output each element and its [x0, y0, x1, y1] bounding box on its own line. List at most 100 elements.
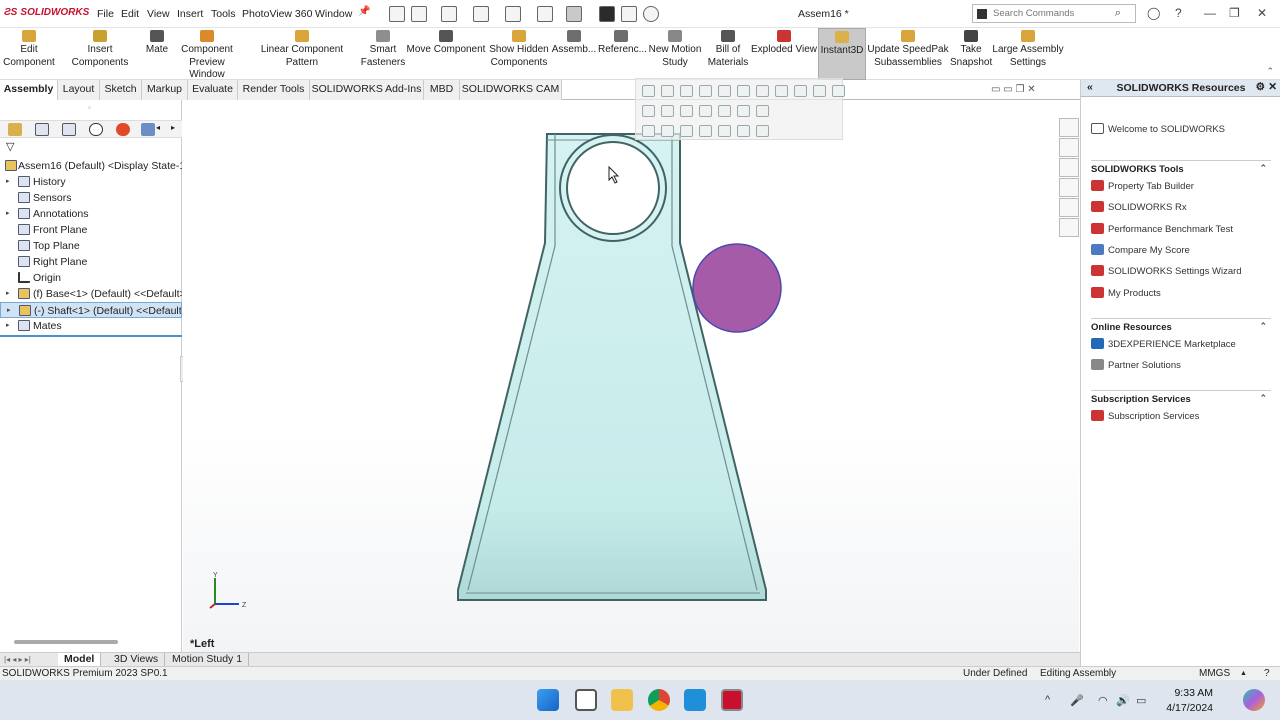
command-instant3d-button[interactable]: Instant3D	[818, 28, 866, 80]
close-panel-icon[interactable]: ✕	[1268, 81, 1277, 93]
pin-icon[interactable]: 📌	[358, 6, 370, 17]
tab-layout[interactable]: Layout	[58, 80, 100, 100]
feature-tree-icon[interactable]	[8, 123, 22, 136]
view-settings-icon[interactable]	[718, 125, 731, 137]
appearances-icon[interactable]	[1059, 198, 1079, 217]
tab-sketch[interactable]: Sketch	[100, 80, 142, 100]
view-settings-icon[interactable]	[832, 85, 845, 97]
tab-motion-study-1[interactable]: Motion Study 1	[166, 653, 250, 667]
collapse-section-icon[interactable]: ⌃	[1259, 321, 1267, 332]
tab-markup[interactable]: Markup	[142, 80, 188, 100]
expand-arrow-icon[interactable]: ▸	[6, 209, 10, 217]
zoom-icon[interactable]	[684, 689, 706, 711]
tab-evaluate[interactable]: Evaluate	[188, 80, 238, 100]
tree-item[interactable]: ▸ (f) Base<1> (Default) <<Default>	[0, 286, 182, 302]
command-show-hidden-button[interactable]: Show Hidden Components	[488, 28, 550, 80]
pin-panel-icon[interactable]: ⚙	[1256, 81, 1265, 93]
expand-arrow-icon[interactable]: ▸	[7, 306, 11, 314]
zoom-fit-icon[interactable]	[756, 125, 769, 137]
pan-icon[interactable]	[737, 125, 750, 137]
edit-appearance-icon[interactable]	[680, 125, 693, 137]
tab-scroll-arrows[interactable]: |◂ ◂ ▸ ▸|	[4, 655, 54, 665]
select-icon[interactable]	[566, 6, 582, 22]
units-selector[interactable]: MMGS	[1199, 667, 1230, 680]
collapse-panel-icon[interactable]: «	[1087, 81, 1093, 93]
edit-appearance-icon[interactable]	[737, 105, 750, 117]
search-icon[interactable]: ⌕	[1115, 7, 1121, 20]
command-insert-components-button[interactable]: Insert Components	[58, 28, 142, 80]
tab-assembly[interactable]: Assembly	[0, 80, 58, 100]
command-mate-button[interactable]: Mate	[142, 28, 172, 80]
minimize-icon[interactable]: —	[1204, 6, 1216, 20]
tab-mbd[interactable]: MBD	[424, 80, 460, 100]
command-speedpak-button[interactable]: Update SpeedPak Subassemblies	[866, 28, 950, 80]
command-bom-button[interactable]: Bill of Materials	[706, 28, 750, 80]
units-chevron-icon[interactable]: ▲	[1240, 667, 1247, 680]
tab-model[interactable]: Model	[58, 653, 102, 667]
resource-link[interactable]: 3DEXPERIENCE Marketplace	[1108, 339, 1236, 350]
tree-item[interactable]: Sensors	[0, 190, 182, 206]
section-header[interactable]: SOLIDWORKS Tools ⌃	[1091, 160, 1271, 175]
resource-link[interactable]: Partner Solutions	[1108, 360, 1181, 371]
system-clock[interactable]: 9:33 AM 4/17/2024	[1163, 686, 1213, 716]
base-part[interactable]	[457, 133, 767, 601]
user-icon[interactable]: ◯	[1147, 6, 1160, 20]
view-orientation-icon[interactable]	[680, 105, 693, 117]
section-header[interactable]: Subscription Services ⌃	[1091, 390, 1271, 405]
tree-item[interactable]: Right Plane	[0, 254, 182, 270]
apply-scene-icon[interactable]	[813, 85, 826, 97]
welcome-link[interactable]: Welcome to SOLIDWORKS	[1108, 124, 1225, 135]
dimxpert-icon[interactable]	[89, 123, 103, 136]
resource-link[interactable]: Compare My Score	[1108, 245, 1190, 256]
task-view-icon[interactable]	[575, 689, 597, 711]
display-style-icon[interactable]	[699, 105, 712, 117]
graphics-area[interactable]: ▭ ▭ ❐ ✕ Y Z *Left	[183, 78, 1079, 652]
copilot-icon[interactable]	[1243, 689, 1265, 711]
menu-file[interactable]: File	[97, 8, 114, 20]
new-document-icon[interactable]	[411, 6, 427, 22]
options-gear-icon[interactable]	[643, 6, 659, 22]
zoom-area-icon[interactable]	[680, 85, 693, 97]
resource-link[interactable]: My Products	[1108, 288, 1161, 299]
section-view-icon[interactable]	[718, 85, 731, 97]
resource-link[interactable]: SOLIDWORKS Rx	[1108, 202, 1187, 213]
tree-item[interactable]: ▸ Mates	[0, 318, 182, 334]
save-icon[interactable]	[473, 6, 489, 22]
command-edit-component-button[interactable]: Edit Component	[0, 28, 58, 80]
command-smart-fasteners-button[interactable]: Smart Fasteners	[360, 28, 406, 80]
hide-show-icon[interactable]	[718, 105, 731, 117]
volume-icon[interactable]: 🔊	[1116, 694, 1130, 707]
horizontal-scrollbar[interactable]	[14, 640, 118, 644]
view-toolbar[interactable]	[517, 102, 645, 118]
open-icon[interactable]	[441, 6, 457, 22]
resource-link[interactable]: Property Tab Builder	[1108, 181, 1194, 192]
tree-item[interactable]: ▸ (-) Shaft<1> (Default) <<Default	[0, 302, 182, 318]
display-manager-icon[interactable]	[116, 123, 130, 136]
tab-3d-views[interactable]: 3D Views	[108, 653, 166, 667]
panel-grip-icon[interactable]: ◦	[88, 103, 91, 112]
home-icon[interactable]	[1059, 118, 1079, 137]
expand-arrow-icon[interactable]: ▸	[6, 177, 10, 185]
viewport-window-controls[interactable]: ▭ ▭ ❐ ✕	[991, 84, 1036, 95]
menu-photoview[interactable]: PhotoView 360	[242, 8, 312, 20]
view-palette-icon[interactable]	[1059, 178, 1079, 197]
command-large-assembly-button[interactable]: Large Assembly Settings	[992, 28, 1064, 80]
undo-icon[interactable]	[537, 6, 553, 22]
expand-arrow-icon[interactable]: ▸	[6, 289, 10, 297]
command-move-component-button[interactable]: Move Component	[406, 28, 486, 80]
chrome-icon[interactable]	[648, 689, 670, 711]
menu-window[interactable]: Window	[315, 8, 352, 20]
tree-item[interactable]: Origin	[0, 270, 182, 286]
tab-render-tools[interactable]: Render Tools	[238, 80, 310, 100]
print-icon[interactable]	[505, 6, 521, 22]
section-view-icon[interactable]	[661, 105, 674, 117]
file-explorer-icon[interactable]	[1059, 158, 1079, 177]
command-reference-geometry-button[interactable]: Referenc...	[598, 28, 647, 80]
tree-item[interactable]: ▸ History	[0, 174, 182, 190]
file-explorer-icon[interactable]	[611, 689, 633, 711]
help-icon[interactable]: ?	[1175, 6, 1182, 20]
search-commands-input[interactable]: Search Commands ⌕	[972, 4, 1136, 23]
command-motion-study-button[interactable]: New Motion Study	[644, 28, 706, 80]
command-assembly-features-button[interactable]: Assemb...	[550, 28, 598, 80]
solidworks-logo[interactable]: ƧS SOLIDWORKS	[4, 6, 89, 18]
